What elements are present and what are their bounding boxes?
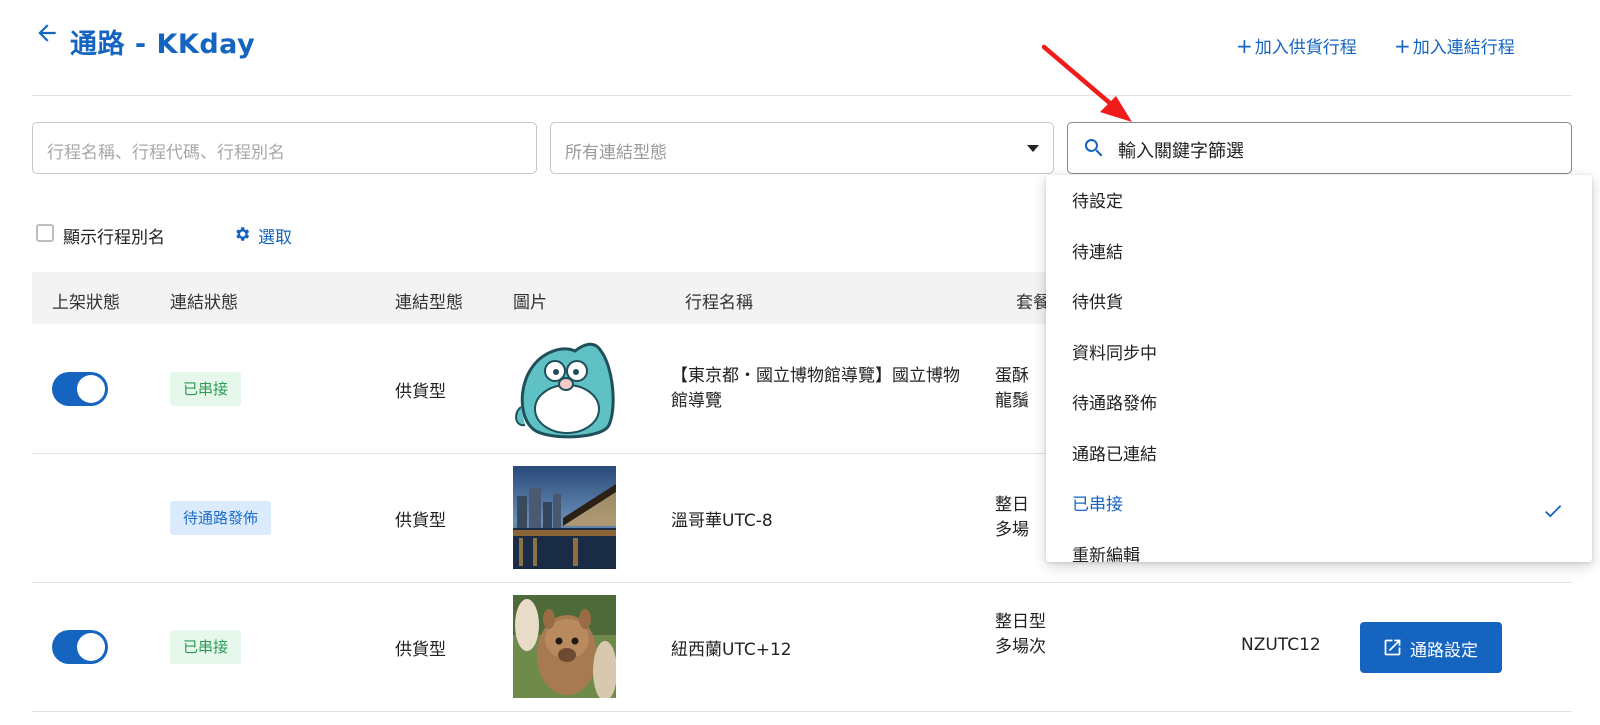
itinerary-name-cell: 溫哥華UTC-8 <box>671 511 773 531</box>
package-cell: 整日型 多場次 <box>995 610 1046 660</box>
channel-settings-label: 通路設定 <box>1410 641 1478 661</box>
status-badge: 已串接 <box>170 372 242 406</box>
keyword-filter-input[interactable]: 輸入關鍵字篩選 <box>1067 122 1572 174</box>
itinerary-code-cell: NZUTC12 <box>1241 635 1321 655</box>
column-header-image: 圖片 <box>513 293 547 313</box>
plus-icon: + <box>1394 34 1411 58</box>
show-alias-checkbox[interactable] <box>36 224 54 242</box>
package-line-1: 蛋酥 <box>995 366 1029 386</box>
select-button[interactable]: 選取 <box>258 223 292 248</box>
column-header-link-status: 連結狀態 <box>170 293 238 313</box>
back-arrow-icon[interactable] <box>34 20 60 46</box>
column-header-itinerary-name: 行程名稱 <box>685 293 753 313</box>
package-line-2: 多場 <box>995 520 1029 540</box>
dropdown-option-pending-supply[interactable]: 待供貨 <box>1072 288 1123 313</box>
dropdown-option-syncing[interactable]: 資料同步中 <box>1072 339 1157 364</box>
status-badge: 待通路發佈 <box>170 501 272 535</box>
link-type-select-value: 所有連結型態 <box>565 143 667 163</box>
package-cell: 蛋酥 龍鬚 <box>995 364 1029 414</box>
link-type-cell: 供貨型 <box>395 640 446 660</box>
dropdown-option-re-edit[interactable]: 重新編輯 <box>1072 541 1140 562</box>
package-line-2: 龍鬚 <box>995 391 1029 411</box>
package-cell: 整日 多場 <box>995 493 1029 543</box>
toggle-knob <box>77 633 105 661</box>
package-line-1: 整日 <box>995 495 1029 515</box>
link-type-cell: 供貨型 <box>395 511 446 531</box>
dropdown-option-pending-channel-publish[interactable]: 待通路發佈 <box>1072 389 1157 414</box>
city-night-bridge-image <box>513 466 616 569</box>
itinerary-name-line-1: 【東京都・國立博物館導覽】國立博物 <box>671 366 960 386</box>
dropdown-option-pending-link[interactable]: 待連結 <box>1072 238 1123 263</box>
itinerary-name-cell: 【東京都・國立博物館導覽】國立博物 館導覽 <box>671 364 960 414</box>
column-header-package: 套餐 <box>1016 293 1050 313</box>
open-external-icon <box>1384 639 1401 656</box>
page: 通路 - KKday + 加入供貨行程 + 加入連結行程 行程名稱、行程代碼、行程別… <box>0 0 1600 725</box>
column-header-link-type: 連結型態 <box>395 293 463 313</box>
itinerary-search-placeholder: 行程名稱、行程代碼、行程別名 <box>47 143 285 163</box>
gear-icon[interactable] <box>233 225 251 243</box>
header-divider <box>32 95 1572 96</box>
annotation-arrow-icon <box>1041 44 1132 122</box>
penguin-sticker-image <box>513 337 616 440</box>
dropdown-option-pending-setup[interactable]: 待設定 <box>1072 187 1123 212</box>
add-link-itinerary-button[interactable]: + 加入連結行程 <box>1394 33 1515 58</box>
status-badge: 已串接 <box>170 630 242 664</box>
check-icon <box>1545 505 1562 518</box>
link-status-dropdown-menu: 待設定 待連結 待供貨 資料同步中 待通路發佈 通路已連結 已串接 重新編輯 <box>1046 175 1592 562</box>
itinerary-search-input[interactable]: 行程名稱、行程代碼、行程別名 <box>32 122 537 174</box>
listing-toggle[interactable] <box>52 630 108 664</box>
add-supply-itinerary-label: 加入供貨行程 <box>1254 38 1357 58</box>
toggle-knob <box>77 375 105 403</box>
column-header-listing-status: 上架狀態 <box>52 293 120 313</box>
dropdown-option-connected[interactable]: 已串接 <box>1072 490 1123 515</box>
add-supply-itinerary-button[interactable]: + 加入供貨行程 <box>1236 33 1357 58</box>
alpaca-image <box>513 595 616 698</box>
package-line-2: 多場次 <box>995 637 1046 657</box>
keyword-filter-value: 輸入關鍵字篩選 <box>1118 141 1244 162</box>
dropdown-caret-icon <box>1027 145 1039 152</box>
dropdown-option-channel-linked[interactable]: 通路已連結 <box>1072 440 1157 465</box>
plus-icon: + <box>1236 34 1253 58</box>
listing-toggle[interactable] <box>52 372 108 406</box>
page-title: 通路 - KKday <box>70 29 256 60</box>
table-row: 已串接 供貨型 紐西蘭UTC+12 整日型 多場次 NZUTC12 通路設定 <box>32 582 1572 712</box>
link-type-select[interactable]: 所有連結型態 <box>550 122 1054 174</box>
itinerary-name-line-2: 館導覽 <box>671 391 722 411</box>
package-line-1: 整日型 <box>995 612 1046 632</box>
add-link-itinerary-label: 加入連結行程 <box>1412 38 1515 58</box>
link-type-cell: 供貨型 <box>395 382 446 402</box>
channel-settings-button[interactable]: 通路設定 <box>1360 622 1502 673</box>
show-alias-label: 顯示行程別名 <box>63 228 165 248</box>
search-icon <box>1084 139 1103 157</box>
itinerary-name-cell: 紐西蘭UTC+12 <box>671 640 792 660</box>
